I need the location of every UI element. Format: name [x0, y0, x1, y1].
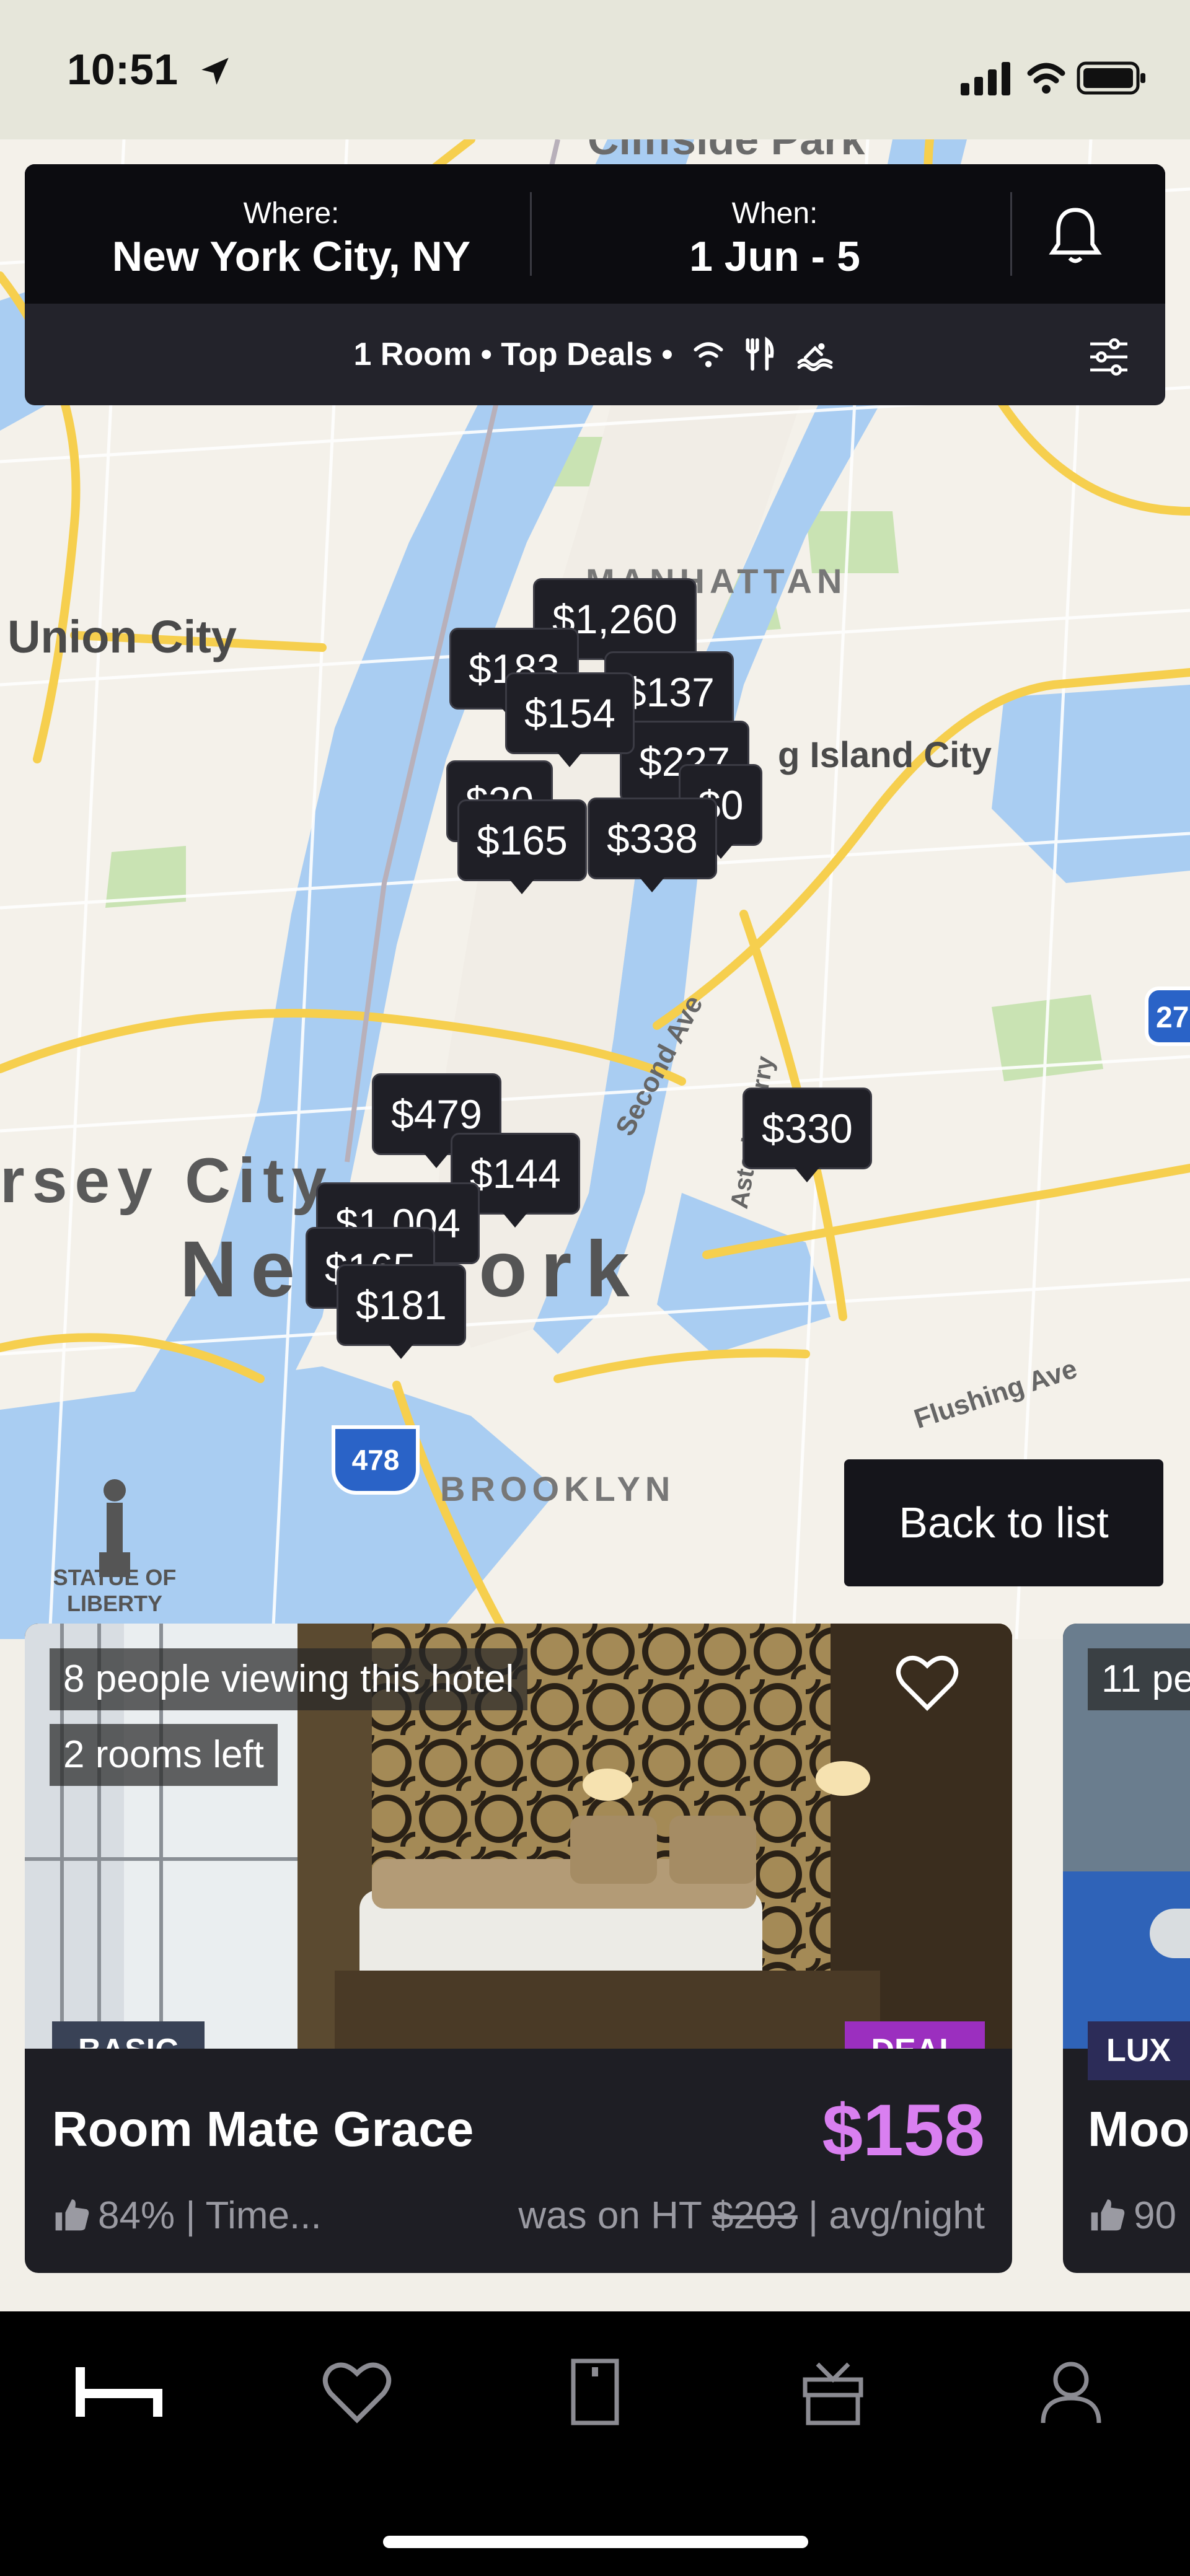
clock: 10:51 — [67, 45, 178, 94]
bookmark-door-icon — [571, 2358, 619, 2425]
hotel-price: $158 — [822, 2090, 985, 2171]
map-label-brooklyn: BROOKLYN — [440, 1469, 676, 1508]
was-suffix: | avg/night — [808, 2194, 985, 2237]
rating: 84% | Time... — [52, 2194, 322, 2238]
price-pin[interactable]: $181 — [337, 1264, 466, 1359]
wifi-amenity-icon — [694, 342, 723, 367]
map-label-jersey-city: rsey City — [0, 1145, 334, 1216]
back-to-list-button[interactable]: Back to list — [844, 1459, 1163, 1586]
rooms-left-chip: 2 rooms left — [50, 1724, 278, 1786]
hotel-name: Moo — [1088, 2101, 1190, 2156]
deal-badge: DEAL — [845, 2021, 985, 2049]
tier-badge: BASIC — [52, 2021, 205, 2049]
cellular-signal-icon — [961, 62, 1010, 95]
price-pin[interactable]: $338 — [588, 798, 717, 892]
bed-icon — [76, 2367, 162, 2417]
bell-icon[interactable] — [1041, 201, 1109, 270]
was-prefix: was on HT — [518, 2194, 702, 2237]
tab-bookings[interactable] — [476, 2311, 714, 2473]
thumbs-up-icon — [1091, 2199, 1125, 2231]
where-label: Where: — [243, 197, 340, 230]
highway-shield: 478 — [332, 1425, 420, 1495]
pool-amenity-icon — [797, 343, 832, 372]
heart-icon — [322, 2362, 392, 2424]
when-label: When: — [731, 197, 818, 230]
location-arrow-icon — [201, 58, 229, 85]
where-value: New York City, NY — [112, 233, 471, 280]
filters-sliders-icon[interactable] — [1086, 335, 1131, 379]
tab-hotels[interactable] — [0, 2311, 238, 2473]
when-value: 1 Jun - 5 — [689, 233, 860, 280]
hotel-card-next[interactable]: 11 pe LUX Moo 90 — [1063, 1624, 1190, 2273]
tab-favorites[interactable] — [238, 2311, 476, 2473]
map-label-statue: STATUE OF LIBERTY — [53, 1565, 177, 1616]
filter-summary: 1 Room • Top Deals • — [353, 336, 673, 372]
status-icons — [961, 55, 1147, 101]
viewing-count-chip: 8 people viewing this hotel — [50, 1648, 528, 1710]
price-pin[interactable]: $330 — [743, 1088, 872, 1182]
price-pin[interactable]: $154 — [505, 672, 635, 767]
hotel-card[interactable]: 8 people viewing this hotel 2 rooms left… — [25, 1624, 1012, 2273]
tier-badge: LUX — [1088, 2021, 1190, 2080]
hotel-name: Room Mate Grace — [52, 2101, 474, 2156]
wifi-icon — [1027, 63, 1065, 84]
thumbs-up-icon — [55, 2199, 89, 2231]
rating-text: 84% | Time... — [98, 2194, 322, 2237]
search-summary: Where: New York City, NY When: 1 Jun - 5 — [25, 164, 1165, 304]
battery-icon — [1077, 61, 1145, 95]
where-field[interactable]: Where: New York City, NY — [50, 164, 533, 304]
rating: 90 — [1088, 2194, 1176, 2238]
price-pin[interactable]: $165 — [457, 799, 587, 894]
was-price-line: was on HT $203 | avg/night — [518, 2194, 985, 2238]
hotel-photo[interactable]: 8 people viewing this hotel 2 rooms left… — [25, 1624, 1012, 2049]
home-indicator[interactable] — [383, 2536, 808, 2548]
gift-icon — [803, 2362, 863, 2425]
divider — [1010, 192, 1012, 276]
filter-bar[interactable]: 1 Room • Top Deals • — [25, 304, 1165, 405]
when-field[interactable]: When: 1 Jun - 5 — [533, 164, 1016, 304]
map-label-long-island-city: g Island City — [778, 735, 992, 775]
tab-profile[interactable] — [952, 2311, 1190, 2473]
status-bar: 10:51 — [0, 0, 1190, 139]
svg-text:27: 27 — [1156, 1001, 1189, 1034]
map-label-cliffside: Cliffside Park — [588, 139, 865, 164]
restaurant-amenity-icon — [746, 336, 774, 371]
favorite-heart-icon[interactable] — [892, 1651, 962, 1713]
map-label-union-city: Union City — [7, 611, 237, 662]
search-header: Where: New York City, NY When: 1 Jun - 5… — [25, 164, 1165, 405]
rating-text: 90 — [1134, 2194, 1176, 2237]
tab-deals[interactable] — [714, 2311, 952, 2473]
divider — [530, 192, 532, 276]
was-price: $203 — [712, 2194, 798, 2237]
profile-icon — [1041, 2362, 1101, 2424]
viewing-count-chip: 11 pe — [1088, 1648, 1190, 1710]
